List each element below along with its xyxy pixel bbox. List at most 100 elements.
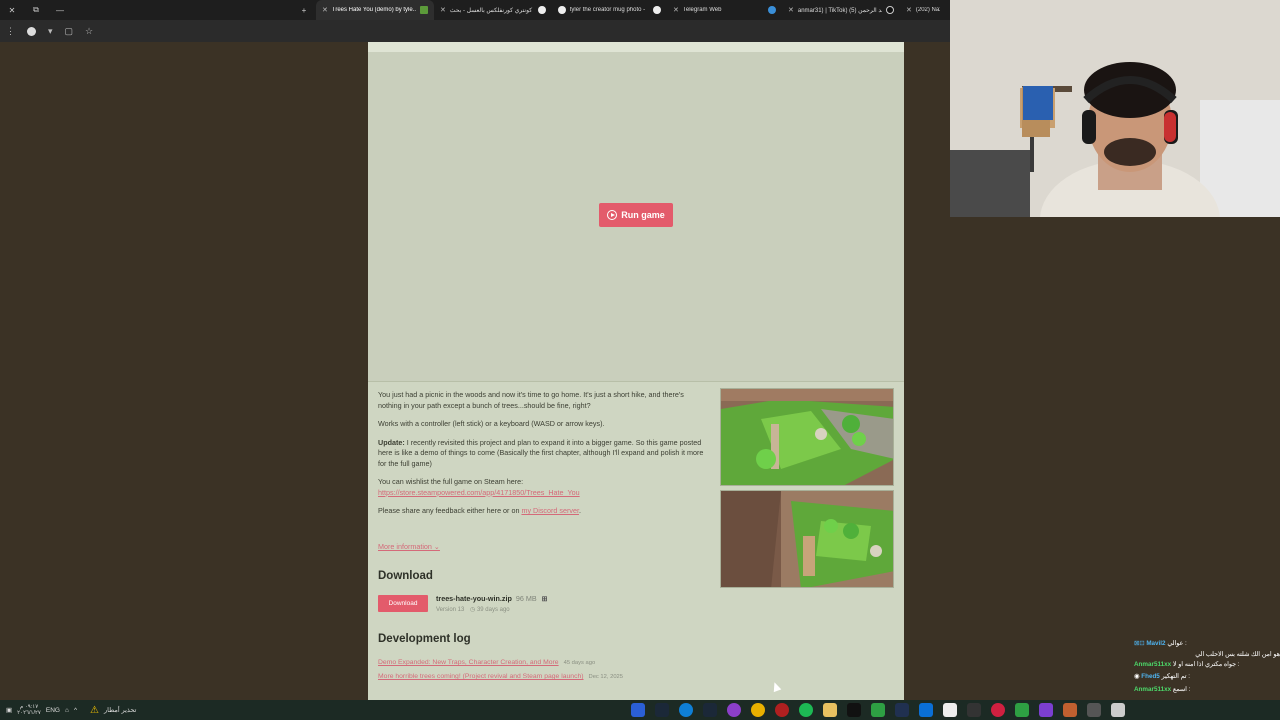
clock[interactable]: ٠٩:١٧ م ٢٠٢٦/١/٢٧ — [17, 704, 41, 716]
system-tray: ▣ ٠٩:١٧ م ٢٠٢٦/١/٢٧ ENG ⌂ ^ ⚠ تحذير أمطار — [0, 704, 136, 716]
run-game-button[interactable]: Run game — [599, 203, 673, 227]
itch-game-page: Run game You just had a picnic in the wo… — [368, 42, 904, 700]
file-meta: Version 13 ◷ 39 days ago — [436, 606, 510, 613]
app-icon[interactable] — [727, 703, 741, 717]
new-tab-button[interactable]: + — [292, 6, 316, 15]
devlog-link[interactable]: More horrible trees coming! (Project rev… — [378, 673, 584, 680]
close-tab-icon[interactable]: ✕ — [788, 6, 794, 14]
app-icon[interactable] — [631, 703, 645, 717]
devlog-entry: More horrible trees coming! (Project rev… — [378, 673, 623, 680]
stream-background — [950, 217, 1280, 700]
desc-paragraph: Please share any feedback either here or… — [378, 506, 581, 515]
close-tab-icon[interactable]: ✕ — [322, 6, 328, 14]
tab-search[interactable]: ✕ كونتري كورنفلكس بالعسل - بحث — [434, 0, 552, 20]
file-size: 96 MB — [515, 594, 537, 603]
close-window-icon[interactable]: ✕ — [0, 6, 24, 15]
download-heading: Download — [378, 570, 433, 582]
screenshot-2[interactable] — [720, 490, 894, 588]
tray-chevron-icon[interactable]: ^ — [74, 707, 77, 714]
chat-message: هو امن الك شلته بس الاحلب الي — [1195, 651, 1280, 658]
webcam-image — [950, 0, 1280, 217]
capcut-icon[interactable] — [847, 703, 861, 717]
desc-paragraph: You can wishlist the full game on Steam … — [378, 477, 580, 497]
download-button[interactable]: Download — [378, 595, 428, 612]
bookmark-star-icon[interactable]: ☆ — [85, 26, 93, 37]
close-tab-icon[interactable]: ✕ — [906, 6, 912, 14]
google-favicon-icon — [558, 6, 566, 14]
language-indicator[interactable]: ENG — [46, 707, 60, 714]
desc-paragraph: Update: I recently revisited this projec… — [378, 437, 704, 468]
tab-telegram[interactable]: ✕ Telegram Web — [667, 0, 782, 20]
weather-warning-icon[interactable]: ⚠ — [90, 705, 99, 716]
itch-favicon-icon — [420, 6, 428, 14]
spotify-icon[interactable] — [799, 703, 813, 717]
app-icon[interactable] — [775, 703, 789, 717]
app-icon[interactable] — [1039, 703, 1053, 717]
devlog-link[interactable]: Demo Expanded: New Traps, Character Crea… — [378, 659, 559, 666]
desc-paragraph: You just had a picnic in the woods and n… — [378, 390, 684, 410]
game-embed-area[interactable]: Run game — [368, 52, 904, 382]
tab-search-icon[interactable]: ▢ — [65, 26, 74, 37]
app-icon[interactable] — [991, 703, 1005, 717]
chat-message: Anmar511xx اسمع : — [1134, 686, 1191, 693]
app-icon[interactable] — [1087, 703, 1101, 717]
network-icon[interactable]: ⌂ — [65, 707, 69, 714]
tab-mug-photo[interactable]: tyler the creator mug photo - — [552, 0, 667, 20]
screenshot-1[interactable] — [720, 388, 894, 486]
download-file: trees-hate-you-win.zip 96 MB ⊞ — [436, 594, 548, 603]
steam-link[interactable]: https://store.steampowered.com/app/41718… — [378, 488, 580, 497]
tab-trees-hate-you[interactable]: ✕ Trees Hate You (demo) by tyle... — [316, 0, 434, 20]
minimize-window-icon[interactable]: — — [48, 6, 72, 15]
google-favicon-icon — [653, 6, 661, 14]
tab-bar: ✕ ⧉ — + ✕ Trees Hate You (demo) by tyle.… — [0, 0, 950, 20]
windows-taskbar: ▣ ٠٩:١٧ م ٢٠٢٦/١/٢٧ ENG ⌂ ^ ⚠ تحذير أمطار — [0, 700, 1280, 720]
windows-icon: ⊞ — [541, 596, 548, 603]
play-circle-icon — [607, 210, 618, 220]
devlog-heading: Development log — [378, 633, 471, 645]
close-tab-icon[interactable]: ✕ — [440, 6, 446, 14]
tiktok-favicon-icon — [886, 6, 894, 14]
tab-tiktok[interactable]: ✕ anmar31) | TikTok) عبد الرحمن (5) — [782, 0, 900, 20]
xbox-icon[interactable] — [1015, 703, 1029, 717]
desc-paragraph: Works with a controller (left stick) or … — [378, 419, 605, 428]
minecraft-icon[interactable] — [871, 703, 885, 717]
app-icon[interactable] — [1063, 703, 1077, 717]
devlog-date: Dec 12, 2025 — [588, 674, 623, 680]
chat-message: ◉ Fhed5 تم التهكير : — [1134, 673, 1191, 680]
webcam-overlay — [950, 0, 1280, 217]
file-explorer-icon[interactable] — [823, 703, 837, 717]
app-icon[interactable] — [895, 703, 909, 717]
chat-overlay: ⊠⊡ Mavil2 عوالي : هو امن الك شلته بس الا… — [1134, 637, 1280, 700]
page-top-strip — [368, 42, 904, 52]
clock-icon: ◷ — [470, 607, 476, 613]
chat-message: ⊠⊡ Mavil2 عوالي : — [1134, 640, 1187, 647]
screenshot-image — [721, 491, 893, 587]
telegram-favicon-icon — [768, 6, 776, 14]
restore-window-icon[interactable]: ⧉ — [24, 5, 48, 15]
app-icon[interactable] — [919, 703, 933, 717]
file-version: Version 13 — [436, 607, 465, 613]
discord-link[interactable]: my Discord server — [521, 506, 579, 515]
browser-toolbar: ⋮ ▾ ▢ ☆ — [0, 20, 950, 42]
file-age: 39 days ago — [476, 607, 510, 613]
close-tab-icon[interactable]: ✕ — [673, 6, 679, 14]
app-icon[interactable] — [967, 703, 981, 717]
app-icon[interactable] — [943, 703, 957, 717]
steam-icon[interactable] — [703, 703, 717, 717]
browser-window: ✕ ⧉ — + ✕ Trees Hate You (demo) by tyle.… — [0, 0, 950, 720]
menu-dots-icon[interactable]: ⋮ — [6, 26, 15, 37]
devlog-date: 45 days ago — [563, 660, 596, 666]
steam-icon[interactable] — [655, 703, 669, 717]
edge-icon[interactable] — [679, 703, 693, 717]
notification-icon[interactable]: ▣ — [6, 706, 12, 714]
profile-avatar-icon[interactable] — [27, 26, 36, 36]
file-name: trees-hate-you-win.zip — [436, 594, 512, 603]
chrome-icon[interactable] — [751, 703, 765, 717]
weather-text[interactable]: تحذير أمطار — [104, 706, 136, 714]
extension-icon[interactable]: ▾ — [48, 26, 53, 37]
start-icon[interactable] — [1111, 703, 1125, 717]
tab-youtube[interactable]: ✕ (202) Naz — [900, 0, 946, 20]
game-description: You just had a picnic in the woods and n… — [378, 390, 708, 525]
more-information-link[interactable]: More information ⌄ — [378, 542, 440, 551]
screenshot-image — [721, 389, 893, 485]
